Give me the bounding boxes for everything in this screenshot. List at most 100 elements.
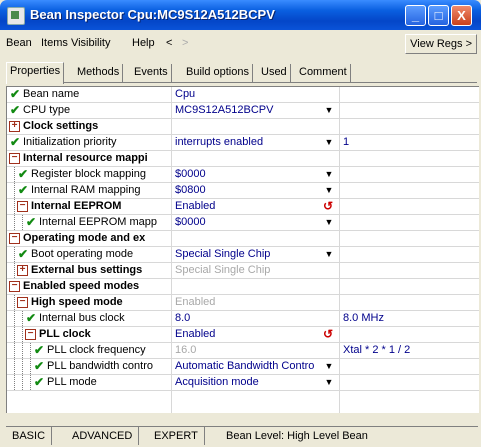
tree-indent-line (22, 375, 23, 390)
property-row[interactable]: − Internal resource mappi (7, 151, 479, 167)
property-row[interactable]: ✔ Initialization priority interrupts enabl… (7, 135, 479, 151)
tree-indent-line (30, 375, 31, 390)
tree-indent-line (30, 343, 31, 358)
property-row[interactable]: + Clock settings (7, 119, 479, 135)
property-row[interactable]: ✔ Register block mapping $0000 ▼ (7, 167, 479, 183)
property-value[interactable] (175, 231, 339, 246)
menu-items-visibility[interactable]: Items Visibility (41, 37, 110, 49)
tab-build-options[interactable]: Build options (183, 64, 253, 82)
tree-indent-line (14, 215, 15, 230)
property-row[interactable]: − PLL clock Enabled ↺ (7, 327, 479, 343)
checkmark-icon: ✔ (18, 167, 29, 181)
tree-indent-line (14, 167, 15, 182)
undo-icon[interactable]: ↺ (323, 328, 333, 340)
property-label: Internal RAM mapping (31, 184, 141, 196)
property-value[interactable]: Acquisition mode (175, 375, 339, 390)
property-value[interactable]: Automatic Bandwidth Contro (175, 359, 339, 374)
property-row[interactable]: ✔ CPU type MC9S12A512BCPV ▼ (7, 103, 479, 119)
property-label: PLL mode (47, 376, 97, 388)
collapse-icon[interactable]: − (9, 233, 20, 244)
tab-events[interactable]: Events (131, 64, 172, 82)
collapse-icon[interactable]: − (9, 281, 20, 292)
property-label: Internal EEPROM (31, 200, 122, 212)
property-row[interactable]: ✔ PLL bandwidth contro Automatic Bandwidth… (7, 359, 479, 375)
property-value[interactable] (175, 151, 339, 166)
property-row[interactable]: ✔ PLL mode Acquisition mode ▼ (7, 375, 479, 391)
collapse-icon[interactable]: − (25, 329, 36, 340)
tree-indent-line (14, 359, 15, 374)
status-bar: BASIC ADVANCED EXPERT Bean Level: High L… (6, 426, 478, 445)
collapse-icon[interactable]: − (9, 153, 20, 164)
tab-methods[interactable]: Methods (74, 64, 124, 82)
property-value[interactable]: $0000 (175, 215, 339, 230)
close-button[interactable]: X (451, 5, 472, 26)
property-value[interactable]: $0000 (175, 167, 339, 182)
expand-icon[interactable]: + (9, 121, 20, 132)
property-value[interactable]: Enabled (175, 199, 339, 214)
view-regs-button[interactable]: View Regs > (405, 34, 477, 54)
property-value[interactable]: Enabled (175, 327, 339, 342)
checkmark-icon: ✔ (34, 343, 45, 357)
property-row[interactable]: ✔ Internal bus clock 8.0 8.0 MHz (7, 311, 479, 327)
property-value[interactable]: Special Single Chip (175, 247, 339, 262)
dropdown-arrow-icon[interactable]: ▼ (323, 377, 335, 388)
tab-properties[interactable]: Properties (6, 62, 65, 84)
property-value[interactable]: Special Single Chip (175, 263, 339, 278)
tree-indent-line (14, 375, 15, 390)
checkmark-icon: ✔ (34, 375, 45, 389)
dropdown-arrow-icon[interactable]: ▼ (323, 105, 335, 116)
property-value[interactable]: 16.0 (175, 343, 339, 358)
property-row[interactable]: ✔ Internal RAM mapping $0800 ▼ (7, 183, 479, 199)
menu-bean[interactable]: Bean (6, 37, 32, 49)
property-row[interactable]: − Internal EEPROM Enabled ↺ (7, 199, 479, 215)
maximize-button[interactable]: □ (428, 5, 449, 26)
property-row[interactable]: − Enabled speed modes (7, 279, 479, 295)
property-value[interactable]: MC9S12A512BCPV (175, 103, 339, 118)
collapse-icon[interactable]: − (17, 297, 28, 308)
property-value[interactable]: interrupts enabled (175, 135, 339, 150)
forward-arrow-icon[interactable]: > (182, 37, 188, 49)
expert-mode-button[interactable]: EXPERT (148, 427, 205, 445)
property-label: Register block mapping (31, 168, 146, 180)
dropdown-arrow-icon[interactable]: ▼ (323, 249, 335, 260)
undo-icon[interactable]: ↺ (323, 200, 333, 212)
property-row[interactable]: − High speed mode Enabled (7, 295, 479, 311)
property-row[interactable]: ✔ Boot operating mode Special Single Chip ▼ (7, 247, 479, 263)
property-row[interactable]: ✔ PLL clock frequency 16.0 Xtal * 2 * 1 / 2 (7, 343, 479, 359)
back-arrow-icon[interactable]: < (166, 37, 172, 49)
minimize-button[interactable]: _ (405, 5, 426, 26)
property-row[interactable]: + External bus settings Special Single Chi… (7, 263, 479, 279)
checkmark-icon: ✔ (34, 359, 45, 373)
app-icon (7, 7, 25, 25)
property-value[interactable]: 8.0 (175, 311, 339, 326)
property-value[interactable] (175, 279, 339, 294)
menu-help[interactable]: Help (132, 37, 155, 49)
property-label: Operating mode and ex (23, 232, 146, 244)
property-value[interactable]: Enabled (175, 295, 339, 310)
property-label: Internal resource mappi (23, 152, 148, 164)
title-bar[interactable]: Bean Inspector Cpu:MC9S12A512BCPV _ □ X (0, 0, 481, 30)
dropdown-arrow-icon[interactable]: ▼ (323, 169, 335, 180)
expand-icon[interactable]: + (17, 265, 28, 276)
dropdown-arrow-icon[interactable]: ▼ (323, 185, 335, 196)
collapse-icon[interactable]: − (17, 201, 28, 212)
dropdown-arrow-icon[interactable]: ▼ (323, 137, 335, 148)
tree-indent-line (14, 343, 15, 358)
dropdown-arrow-icon[interactable]: ▼ (323, 361, 335, 372)
advanced-mode-button[interactable]: ADVANCED (66, 427, 140, 445)
dropdown-arrow-icon[interactable]: ▼ (323, 217, 335, 228)
property-row[interactable]: − Operating mode and ex (7, 231, 479, 247)
property-detail: 8.0 MHz (343, 312, 384, 324)
basic-mode-button[interactable]: BASIC (6, 427, 53, 445)
tab-used[interactable]: Used (258, 64, 291, 82)
property-label: PLL clock frequency (47, 344, 146, 356)
property-row[interactable]: ✔ Bean name Cpu (7, 87, 479, 103)
tab-strip: Properties Methods Events Build options … (6, 62, 477, 84)
property-value[interactable]: $0800 (175, 183, 339, 198)
property-label: External bus settings (31, 264, 143, 276)
tab-comment[interactable]: Comment (296, 64, 351, 82)
property-value[interactable] (175, 119, 339, 134)
property-row[interactable]: ✔ Internal EEPROM mapp $0000 ▼ (7, 215, 479, 231)
property-value[interactable]: Cpu (175, 87, 339, 102)
window-title: Bean Inspector Cpu:MC9S12A512BCPV (30, 7, 275, 22)
